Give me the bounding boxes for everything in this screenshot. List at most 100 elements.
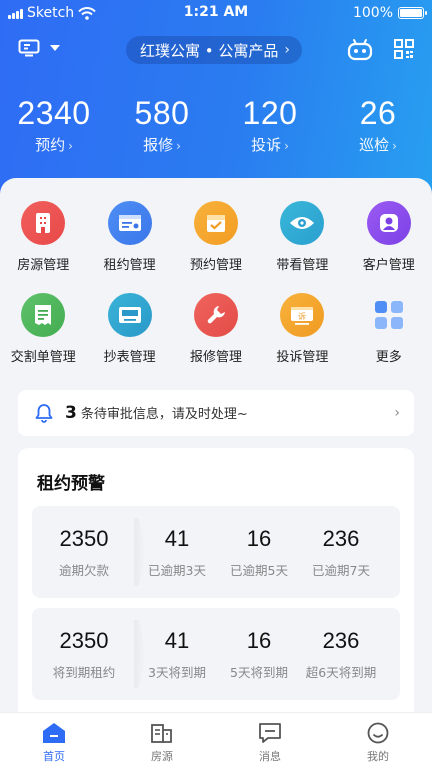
menu-label: 投诉管理 [276,350,329,365]
warning-stat: 16 已逾期5天 [218,506,300,598]
warning-value: 2350 [59,525,109,551]
eye-icon [280,201,325,245]
tab-home[interactable]: 首页 [0,713,108,768]
complaint-icon: 诉 [280,293,325,337]
tab-label: 消息 [259,750,281,763]
chevron-right-icon: › [394,405,400,421]
home-icon [43,723,65,743]
menu-label: 抄表管理 [103,350,156,365]
tab-label: 首页 [43,750,65,763]
chevron-right-icon: › [284,42,290,58]
tab-messages[interactable]: 消息 [216,713,324,768]
menu-label: 租约管理 [103,258,156,273]
stat-label: 预约 [35,136,66,154]
warning-label: 3天将到期 [148,664,206,680]
stat-label: 巡检 [359,136,390,154]
warning-stat: 236 超6天将到期 [300,608,382,700]
stats-row: 2340 预约 › 580 报修 › 120 投诉 › 26 巡检 › [0,94,432,155]
menu-label: 交割单管理 [10,350,76,365]
warning-value: 2350 [59,627,109,653]
battery-text: 100% [352,5,393,21]
menu-item-complaint[interactable]: 诉 投诉管理 [259,293,345,385]
expiring-row[interactable]: 2350 将到期租约 41 3天将到期 16 5天将到期 236 超6天将到期 [32,608,400,700]
menu-item-viewing[interactable]: 带看管理 [259,201,345,293]
project-selector[interactable]: 红璞公寓 • 公寓产品 › [126,36,302,64]
message-icon [259,723,281,743]
chevron-right-icon: › [68,139,73,153]
menu-label: 更多 [375,350,402,365]
function-grid: 房源管理 租约管理 预约管理 带看管理 客户管理 交割单管理 抄表管理 报修管理… [0,201,432,385]
house-source-icon [151,724,172,743]
menu-item-meter[interactable]: 抄表管理 [86,293,172,385]
profile-smile-icon [367,722,389,744]
stat-patrol[interactable]: 26 巡检 › [324,94,432,155]
battery-icon [398,7,427,19]
stat-repair[interactable]: 580 报修 › [108,94,216,155]
warning-stat: 41 3天将到期 [136,608,218,700]
user-icon [366,201,411,245]
chevron-right-icon: › [392,139,397,153]
menu-item-reservation[interactable]: 预约管理 [173,201,259,293]
stat-value: 120 [242,95,298,131]
menu-label: 房源管理 [17,258,70,273]
stat-reservation[interactable]: 2340 预约 › [0,94,108,155]
warning-value: 236 [322,627,360,653]
menu-label: 报修管理 [189,350,242,365]
bottom-tab-bar: 首页 房源 消息 我的 [0,712,432,768]
wrench-icon [193,293,238,337]
stat-value: 580 [134,95,190,131]
menu-label: 预约管理 [189,258,242,273]
tab-rooms[interactable]: 房源 [108,713,216,768]
screen-switch-button[interactable] [18,39,60,57]
warning-stat: 41 已逾期3天 [136,506,218,598]
menu-item-repair[interactable]: 报修管理 [173,293,259,385]
warning-value: 236 [322,525,360,551]
stat-label: 投诉 [251,136,282,154]
section-title: 租约预警 [37,474,105,494]
warning-label: 逾期欠款 [58,562,109,578]
lease-warning-card: 租约预警 2350 逾期欠款 41 已逾期3天 16 已逾期5天 236 已逾期7天 2… [18,448,414,728]
stat-value: 26 [359,95,397,131]
content-sheet: 房源管理 租约管理 预约管理 带看管理 客户管理 交割单管理 抄表管理 报修管理… [0,178,432,728]
stat-complaint[interactable]: 120 投诉 › [216,94,324,155]
warning-value: 16 [246,627,272,653]
robot-icon[interactable] [347,38,373,62]
battery-group: 100% [352,5,427,21]
stat-label: 报修 [143,136,174,154]
stat-value: 2340 [17,95,91,131]
approval-notice[interactable]: 3 条待审批信息，请及时处理~ › [18,390,414,436]
meter-icon [107,293,152,337]
chevron-right-icon: › [284,139,289,153]
monitor-icon [18,39,40,57]
warning-stat: 16 5天将到期 [218,608,300,700]
tab-label: 我的 [367,750,389,763]
bell-icon [35,404,53,423]
menu-item-rooms[interactable]: 房源管理 [0,201,86,293]
menu-item-lease[interactable]: 租约管理 [86,201,172,293]
warning-label: 已逾期5天 [230,562,288,578]
menu-item-more[interactable]: 更多 [346,293,432,385]
chevron-right-icon: › [176,139,181,153]
notice-text: 3 条待审批信息，请及时处理~ [65,403,394,423]
notice-count: 3 [65,403,77,423]
calendar-check-icon [193,201,238,245]
warning-label: 超6天将到期 [305,664,377,680]
warning-label: 5天将到期 [230,664,288,680]
warning-stat: 236 已逾期7天 [300,506,382,598]
menu-item-handover[interactable]: 交割单管理 [0,293,86,385]
tab-profile[interactable]: 我的 [324,713,432,768]
warning-stat: 2350 将到期租约 [32,608,136,700]
warning-label: 将到期租约 [52,664,116,680]
receipt-icon [21,293,66,337]
overdue-row[interactable]: 2350 逾期欠款 41 已逾期3天 16 已逾期5天 236 已逾期7天 [32,506,400,598]
status-bar: Sketch 1:21 AM 100% [0,0,432,26]
menu-item-customer[interactable]: 客户管理 [346,201,432,293]
warning-value: 41 [164,525,190,551]
warning-label: 已逾期3天 [148,562,206,578]
menu-label: 客户管理 [362,258,415,273]
notice-message: 条待审批信息，请及时处理~ [80,407,248,422]
building-icon [21,201,66,245]
grid-more-icon [367,293,411,337]
qr-scan-icon[interactable] [394,39,414,59]
tab-label: 房源 [151,750,173,763]
